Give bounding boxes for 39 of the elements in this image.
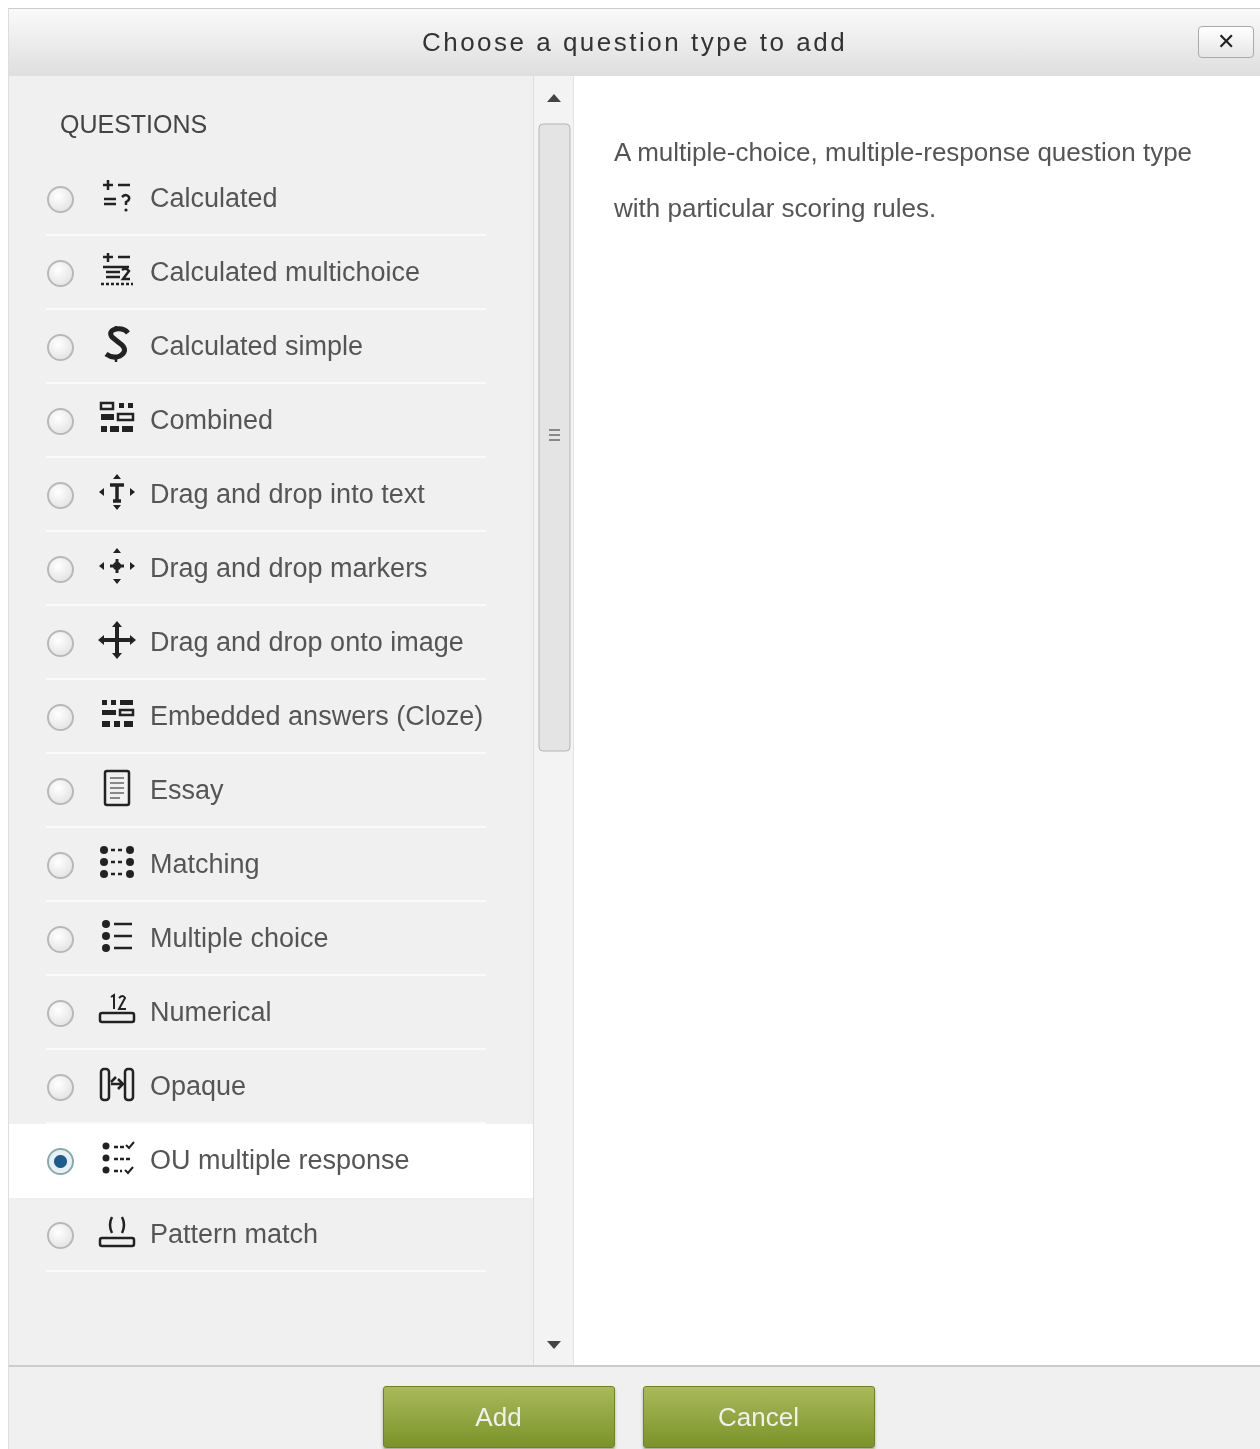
- radio-button[interactable]: [47, 333, 74, 361]
- question-type-label[interactable]: Calculated simple: [150, 330, 364, 361]
- radio-button[interactable]: [47, 999, 74, 1027]
- radio-button[interactable]: [47, 555, 74, 583]
- question-type-label[interactable]: Opaque: [150, 1070, 247, 1101]
- radio-button[interactable]: [47, 259, 74, 287]
- question-type-label[interactable]: Combined: [150, 404, 274, 435]
- radio-button[interactable]: [47, 777, 74, 805]
- radio-button[interactable]: [47, 481, 74, 509]
- radio-button[interactable]: [47, 407, 74, 435]
- radio-button[interactable]: [47, 851, 74, 879]
- question-type-label[interactable]: Calculated: [150, 182, 278, 213]
- radio-button[interactable]: [47, 925, 74, 953]
- question-type-label[interactable]: Essay: [150, 774, 224, 805]
- scrollbar-thumb[interactable]: [538, 123, 571, 752]
- close-button[interactable]: ✕: [1198, 26, 1254, 58]
- dialog-title: Choose a question type to add: [421, 26, 848, 59]
- radio-button[interactable]: [47, 1147, 74, 1175]
- question-type-label[interactable]: Embedded answers (Cloze): [150, 700, 484, 731]
- question-type-label[interactable]: Matching: [150, 848, 260, 879]
- move-icon: [98, 620, 136, 659]
- radio-button[interactable]: [47, 1073, 74, 1101]
- radio-button[interactable]: [47, 629, 74, 657]
- question-type-label[interactable]: Calculated multichoice: [150, 256, 421, 287]
- radio-button[interactable]: [47, 1221, 74, 1249]
- question-type-label[interactable]: Pattern match: [150, 1218, 319, 1249]
- move-text-icon: [98, 472, 136, 511]
- radio-button[interactable]: [47, 703, 74, 731]
- radio-button[interactable]: [47, 185, 74, 213]
- scroll-up-arrow-icon[interactable]: [547, 94, 561, 102]
- question-type-label[interactable]: Numerical: [150, 996, 272, 1027]
- description-text: A multiple-choice, multiple-response question type with particular scoring rules.: [614, 136, 1194, 225]
- move-marker-icon: [98, 546, 136, 585]
- question-type-label[interactable]: Drag and drop onto image: [150, 626, 464, 657]
- question-type-label[interactable]: Drag and drop markers: [150, 552, 428, 583]
- scroll-down-arrow-icon[interactable]: [547, 1341, 561, 1349]
- question-type-label[interactable]: Drag and drop into text: [150, 478, 425, 509]
- section-heading: QUESTIONS: [59, 109, 209, 140]
- question-type-label[interactable]: Multiple choice: [150, 922, 329, 953]
